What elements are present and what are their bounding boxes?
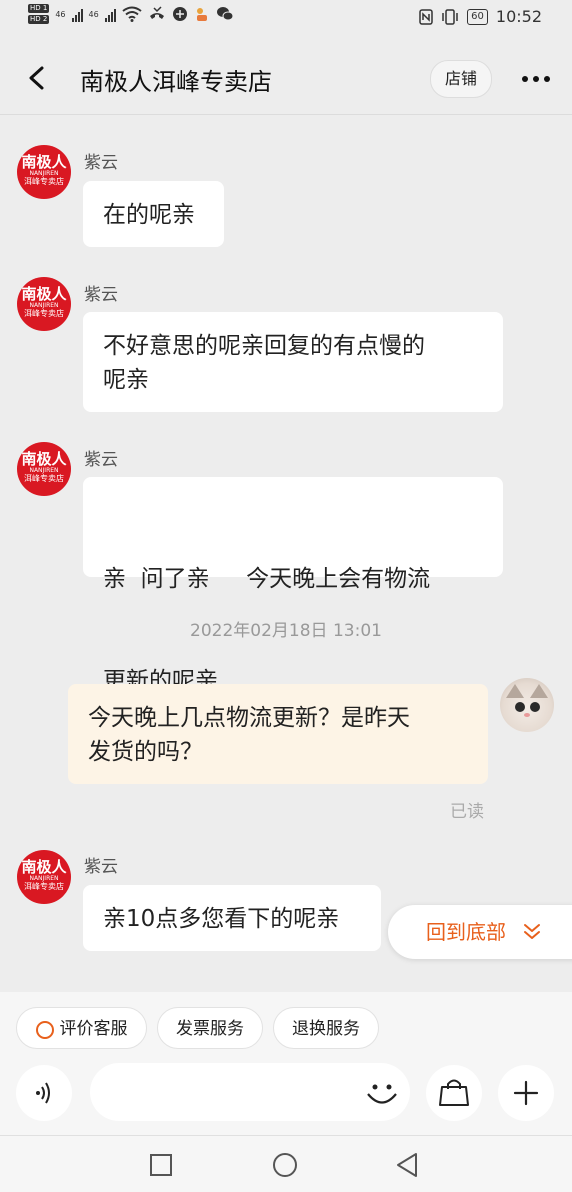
rate-service-button[interactable]: 评价客服 <box>16 1007 147 1049</box>
shop-avatar[interactable]: 南极人 NANJIREN 洱峰专卖店 <box>17 145 71 199</box>
back-to-bottom-label: 回到底部 <box>426 920 506 944</box>
home-icon[interactable] <box>272 1152 298 1178</box>
avatar-shop-name: 洱峰专卖店 <box>24 882 64 891</box>
return-exchange-button[interactable]: 退换服务 <box>273 1007 379 1049</box>
page-title: 南极人洱峰专卖店 <box>80 68 272 96</box>
avatar-brand-pinyin: NANJIREN <box>29 467 59 474</box>
system-navigation-bar <box>0 1135 572 1192</box>
back-arrow-icon <box>29 66 44 90</box>
wifi-icon <box>122 6 142 22</box>
plus-icon <box>513 1080 539 1106</box>
avatar-shop-name: 洱峰专卖店 <box>24 474 64 483</box>
message-text: 在的呢亲 <box>103 202 195 228</box>
message-bubble[interactable]: 不好意思的呢亲回复的有点慢的 呢亲 <box>83 312 503 412</box>
shopping-bag-icon <box>439 1079 469 1106</box>
nfc-icon <box>419 8 433 25</box>
message-bubble[interactable]: 亲 问了亲 今天晚上会有物流 更新的呢亲 <box>83 477 503 694</box>
shop-avatar[interactable]: 南极人 NANJIREN 洱峰专卖店 <box>17 850 71 904</box>
recent-apps-icon[interactable] <box>149 1153 173 1177</box>
chat-header: 南极人洱峰专卖店 店铺 <box>0 42 572 114</box>
more-menu-button[interactable] <box>522 76 550 82</box>
message-text-line: 发货的吗？ <box>88 739 203 765</box>
shopping-bag-button[interactable] <box>426 1065 482 1121</box>
message-bubble[interactable]: 在的呢亲 <box>83 181 224 247</box>
user-avatar[interactable] <box>500 678 554 732</box>
vibrate-icon <box>442 8 458 25</box>
message-text-line: 今天晚上几点物流更新？是昨天 <box>88 705 410 731</box>
emoji-icon <box>367 1084 397 1104</box>
chat-timestamp: 2022年02月18日 13:01 <box>190 621 382 641</box>
emoji-button[interactable] <box>354 1065 410 1121</box>
cat-ear-shape <box>530 684 548 698</box>
back-nav-icon[interactable] <box>395 1152 419 1178</box>
message-sender: 紫云 <box>84 285 118 305</box>
sim1-label: HD 1 <box>28 4 50 13</box>
avatar-shop-name: 洱峰专卖店 <box>24 309 64 318</box>
chip-label: 退换服务 <box>292 1019 360 1039</box>
cat-eye-shape <box>515 702 525 712</box>
message-sender: 紫云 <box>84 857 118 877</box>
avatar-brand-pinyin: NANJIREN <box>29 302 59 309</box>
wechat-icon <box>216 7 234 21</box>
battery-indicator: 60 <box>467 8 488 25</box>
voice-icon <box>36 1082 50 1104</box>
message-bubble[interactable]: 亲10点多您看下的呢亲 <box>83 885 381 951</box>
clock: 10:52 <box>495 7 542 26</box>
taobao-notification-icon <box>196 8 207 21</box>
status-bar-right: 60 10:52 <box>419 7 542 26</box>
network2-label: 46 <box>88 9 99 19</box>
avatar-brand-pinyin: NANJIREN <box>29 170 59 177</box>
smile-icon <box>35 1021 54 1039</box>
status-bar: HD 1 HD 2 46 46 60 10:52 <box>0 0 572 36</box>
plus-button[interactable] <box>498 1065 554 1121</box>
app-notification-icon <box>172 7 187 21</box>
message-text-line: 不好意思的呢亲回复的有点慢的 <box>103 333 425 359</box>
more-dot-icon <box>544 76 550 82</box>
cat-nose-shape <box>524 713 530 717</box>
avatar-brand-name: 南极人 <box>21 285 67 303</box>
back-to-bottom-button[interactable]: 回到底部 <box>388 905 572 959</box>
missed-call-icon <box>149 6 164 19</box>
cat-ear-shape <box>506 684 524 698</box>
avatar-brand-name: 南极人 <box>21 858 67 876</box>
status-bar-left: HD 1 HD 2 46 46 <box>28 4 234 24</box>
message-sender: 紫云 <box>84 450 118 470</box>
message-sender: 紫云 <box>84 153 118 173</box>
more-dot-icon <box>522 76 528 82</box>
avatar-brand-name: 南极人 <box>21 450 67 468</box>
avatar-shop-name: 洱峰专卖店 <box>24 177 64 186</box>
chip-label: 评价客服 <box>59 1019 128 1039</box>
sim2-label: HD 2 <box>28 15 50 24</box>
my-message-bubble[interactable]: 今天晚上几点物流更新？是昨天 发货的吗？ <box>68 684 488 784</box>
avatar-brand-name: 南极人 <box>21 153 67 171</box>
chip-label: 发票服务 <box>176 1019 244 1039</box>
message-text-line: 亲 问了亲 今天晚上会有物流 <box>103 566 431 592</box>
double-chevron-down-icon <box>524 924 540 939</box>
more-dot-icon <box>533 76 539 82</box>
message-text-line: 呢亲 <box>103 367 149 393</box>
shop-avatar[interactable]: 南极人 NANJIREN 洱峰专卖店 <box>17 277 71 331</box>
invoice-service-button[interactable]: 发票服务 <box>157 1007 263 1049</box>
signal1-icon <box>71 6 83 22</box>
back-button[interactable] <box>24 60 54 96</box>
signal2-icon <box>104 6 116 22</box>
message-text: 亲10点多您看下的呢亲 <box>103 906 340 932</box>
avatar-brand-pinyin: NANJIREN <box>29 875 59 882</box>
shop-button[interactable]: 店铺 <box>430 60 492 98</box>
sim-indicators: HD 1 HD 2 <box>28 4 50 24</box>
voice-button[interactable] <box>16 1065 72 1121</box>
cat-eye-shape <box>530 702 540 712</box>
header-divider <box>0 114 572 115</box>
read-status: 已读 <box>450 802 484 822</box>
shop-avatar[interactable]: 南极人 NANJIREN 洱峰专卖店 <box>17 442 71 496</box>
network1-label: 46 <box>55 9 66 19</box>
